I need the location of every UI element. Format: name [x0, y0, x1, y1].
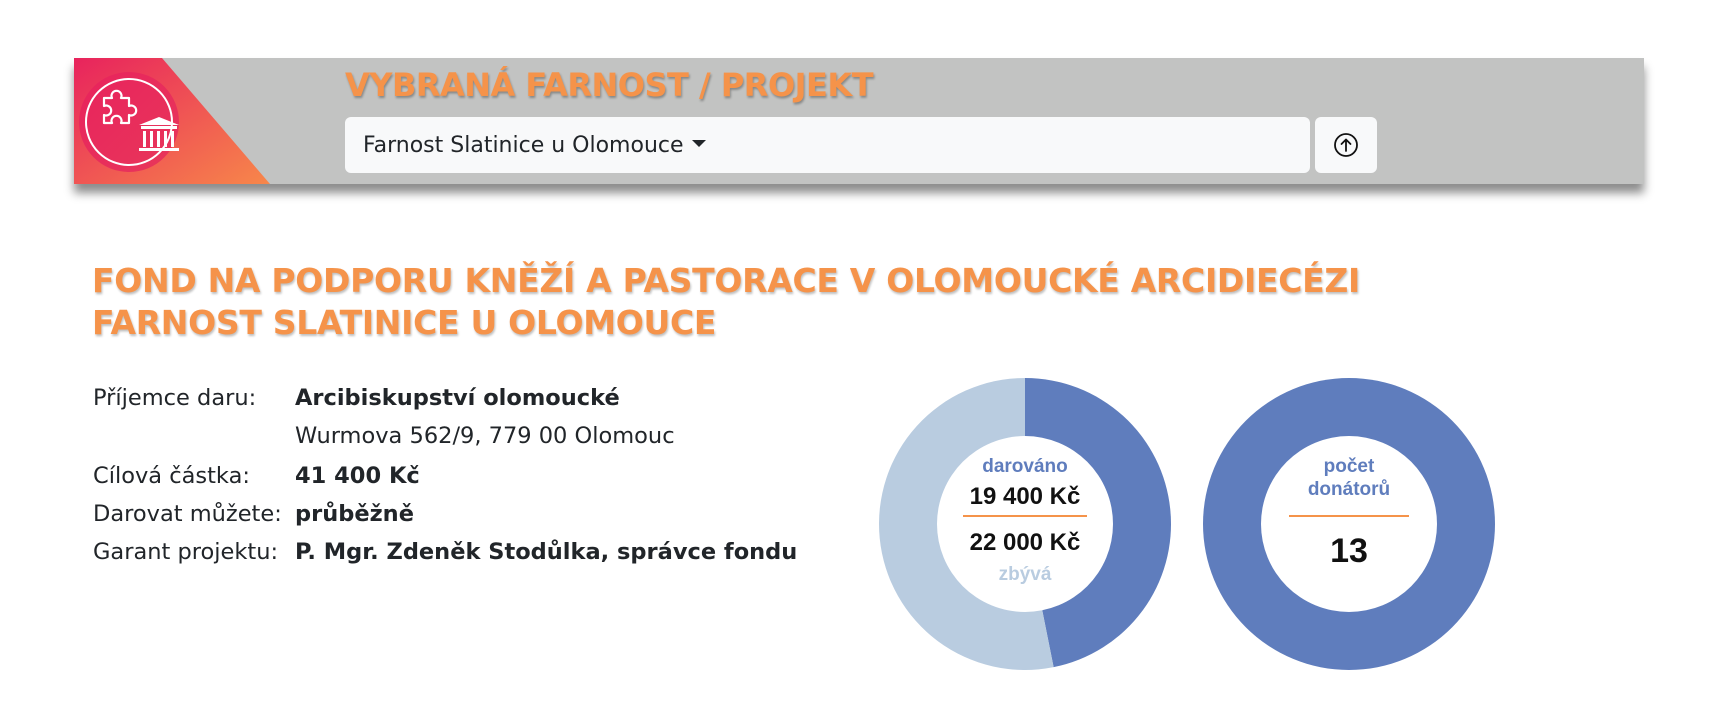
- target-value: 41 400 Kč: [295, 463, 420, 489]
- donors-donut-chart: počet donátorů 13: [1203, 378, 1495, 670]
- selected-parish: Farnost Slatinice u Olomouce: [363, 132, 684, 158]
- recipient-name: Arcibiskupství olomoucké: [295, 385, 620, 411]
- target-label: Cílová částka:: [93, 463, 250, 489]
- donors-label-line1: počet: [1324, 456, 1375, 477]
- donated-label: darováno: [982, 456, 1068, 477]
- remaining-value: 22 000 Kč: [970, 529, 1081, 556]
- donors-label-line2: donátorů: [1308, 479, 1390, 500]
- banner-title: VYBRANÁ FARNOST / PROJEKT: [345, 66, 874, 104]
- project-title-line2: FARNOST SLATINICE U OLOMOUCE: [92, 303, 717, 342]
- project-title-line1: FOND NA PODPORU KNĚŽÍ A PASTORACE V OLOM…: [92, 261, 1361, 300]
- recipient-label: Příjemce daru:: [93, 385, 257, 411]
- caret-down-icon: [691, 139, 706, 147]
- arrow-up-circle-icon: [1334, 133, 1358, 157]
- parish-dropdown[interactable]: Farnost Slatinice u Olomouce: [345, 117, 1310, 173]
- recipient-address: Wurmova 562/9, 779 00 Olomouc: [295, 423, 675, 449]
- parish-selector-banner: VYBRANÁ FARNOST / PROJEKT Farnost Slatin…: [74, 58, 1644, 184]
- scroll-up-button[interactable]: [1315, 117, 1377, 173]
- donate-label: Darovat můžete:: [93, 501, 282, 527]
- project-title: FOND NA PODPORU KNĚŽÍ A PASTORACE V OLOM…: [92, 260, 1360, 344]
- guarantor-label: Garant projektu:: [93, 539, 279, 565]
- remaining-label: zbývá: [999, 564, 1052, 585]
- puzzle-church-logo-icon: [79, 72, 179, 172]
- guarantor-value: P. Mgr. Zdeněk Stodůlka, správce fondu: [295, 539, 798, 565]
- donate-value: průběžně: [295, 501, 414, 527]
- donated-value: 19 400 Kč: [970, 483, 1081, 510]
- donors-count: 13: [1330, 532, 1368, 570]
- donation-donut-chart: darováno 19 400 Kč 22 000 Kč zbývá: [879, 378, 1171, 670]
